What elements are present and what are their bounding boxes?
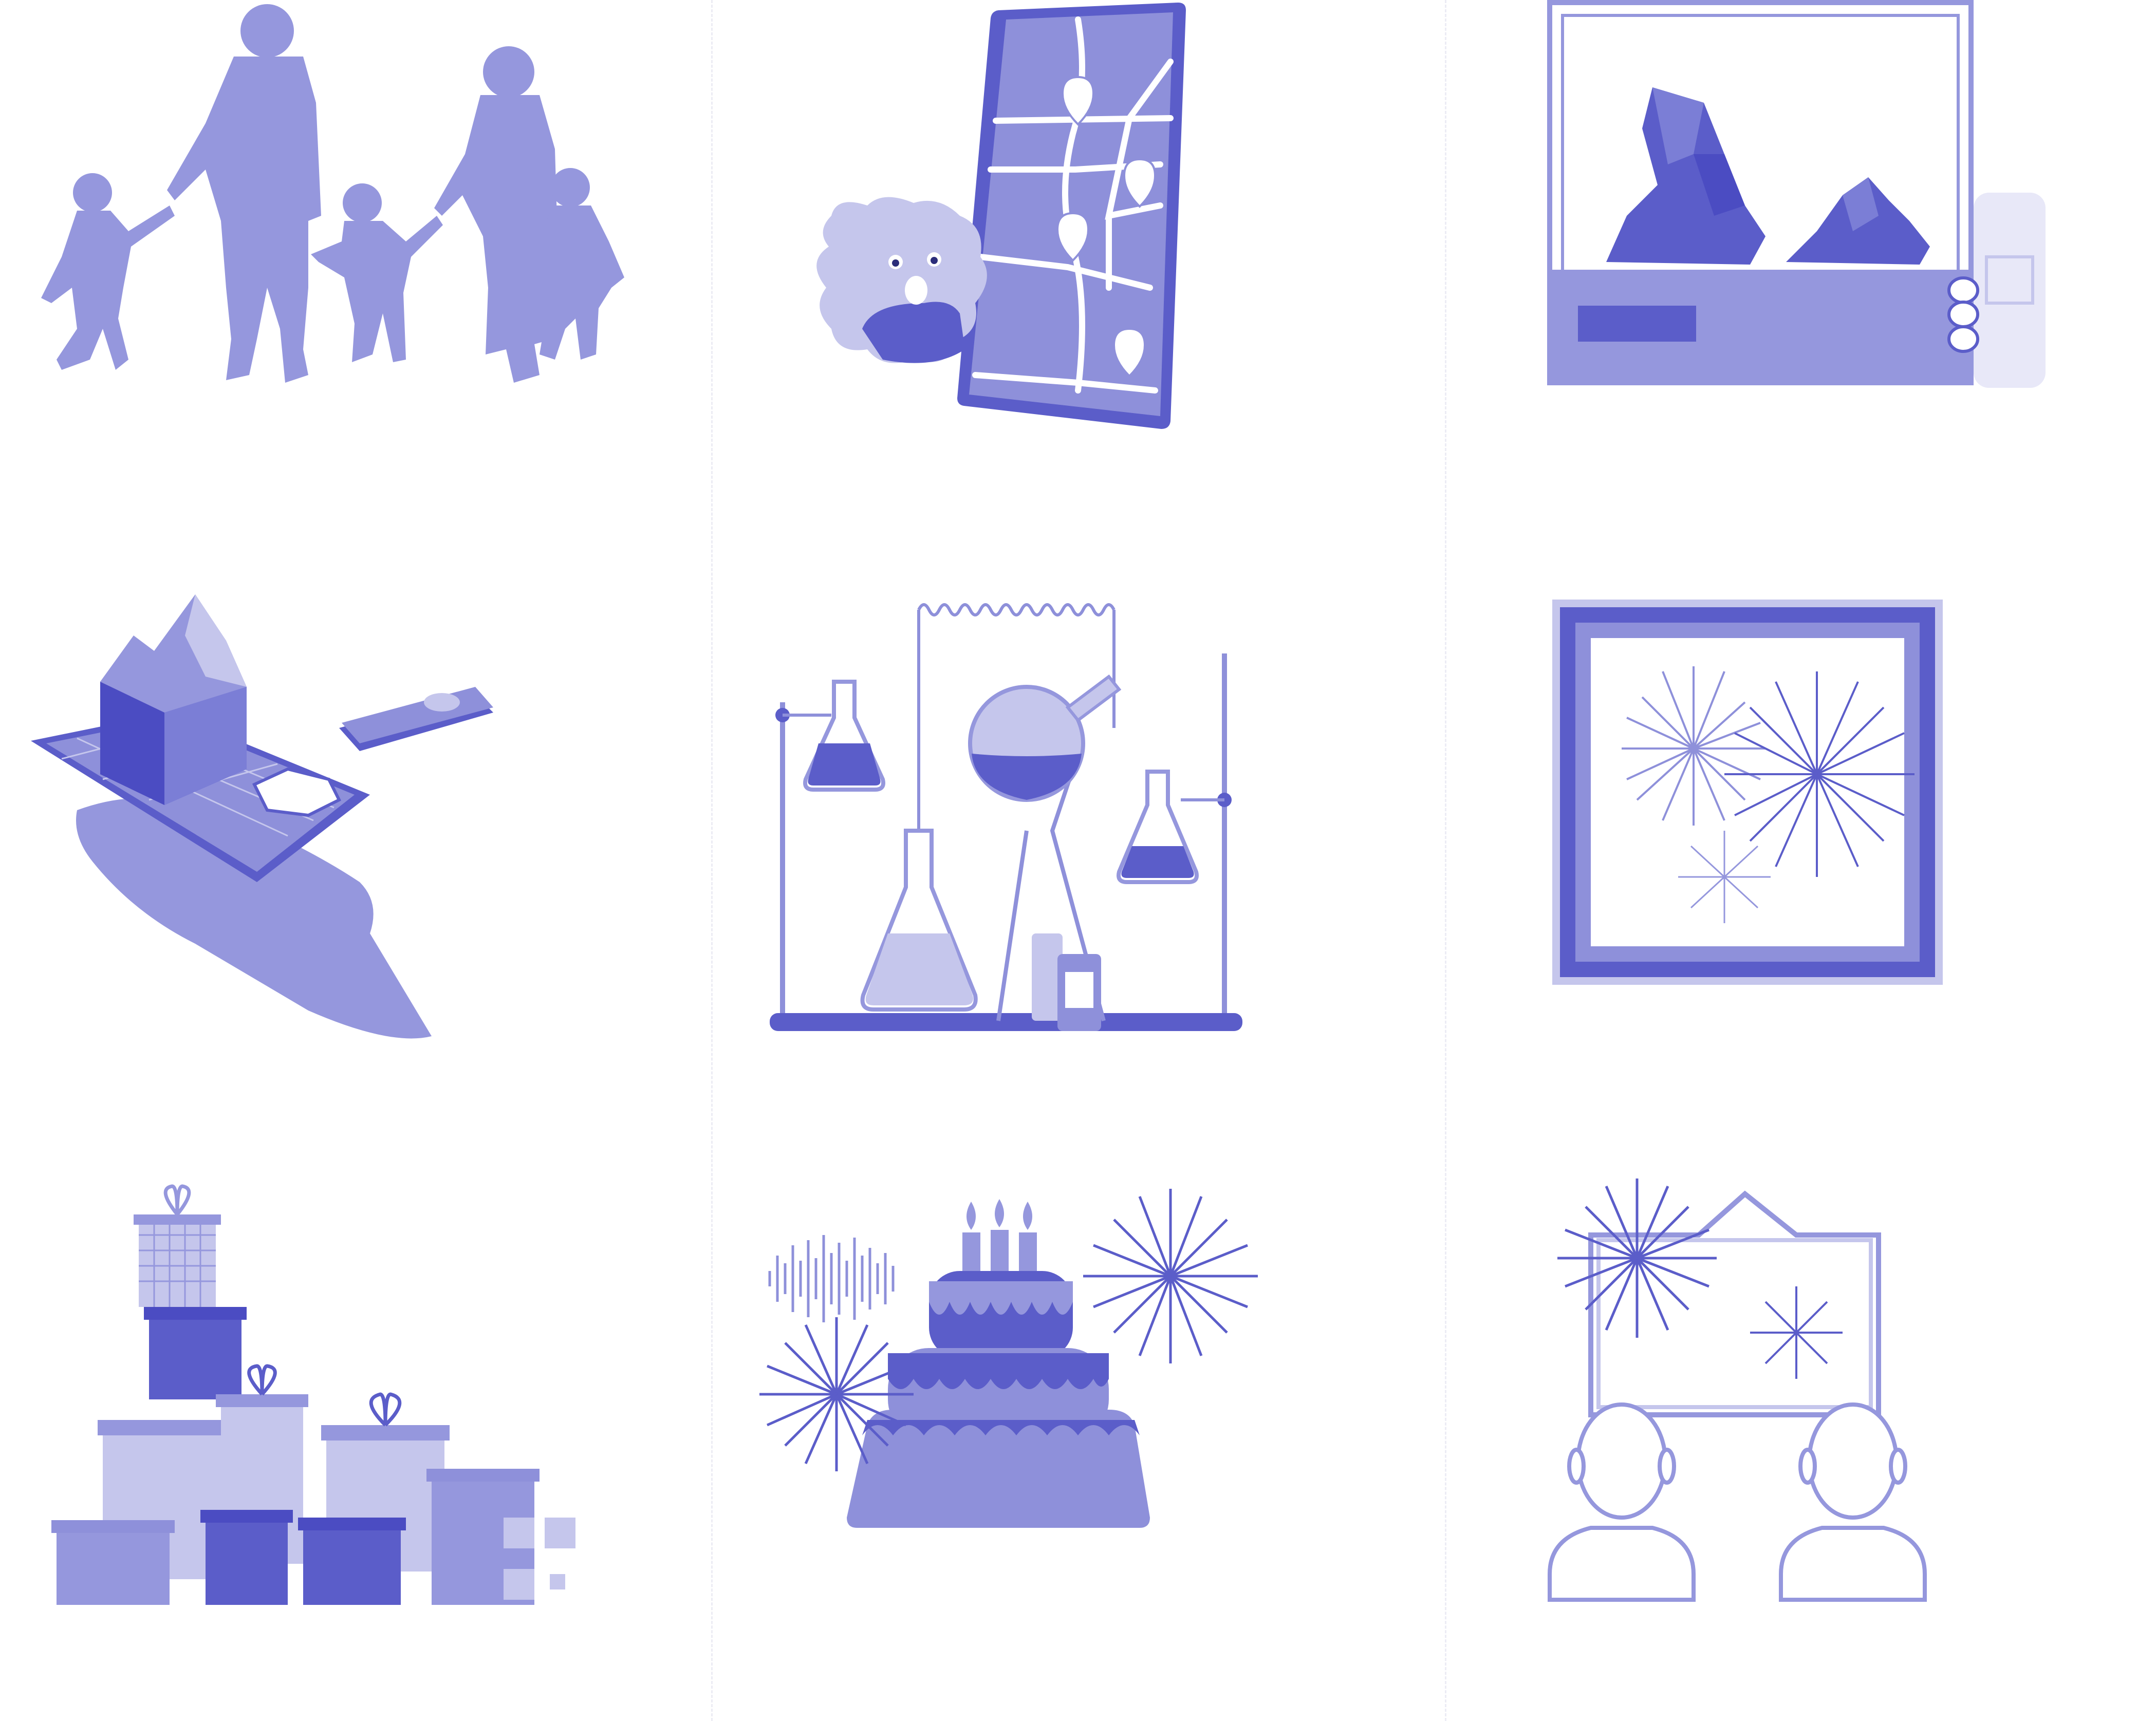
firework-burst-small <box>1750 1286 1843 1379</box>
illustration-family-walking <box>0 0 718 573</box>
illustration-terrain-phone <box>0 574 718 1147</box>
tablet-map-monster-icon <box>816 3 1186 429</box>
framed-fireworks-icon <box>1552 600 1943 985</box>
illustration-watching-fireworks <box>1437 1148 2155 1721</box>
firework-burst-right <box>1083 1189 1258 1363</box>
illustration-birthday-cake <box>718 1148 1437 1721</box>
illustration-rock-display <box>1437 0 2155 573</box>
people-watching-screen-icon <box>1548 1178 1927 1602</box>
gift-boxes-icon <box>51 1184 575 1605</box>
family-silhouette-icon <box>41 4 624 383</box>
illustration-grid <box>0 0 2156 1721</box>
hand-phone-terrain-icon <box>31 594 493 1039</box>
illustration-chemistry-lab <box>718 574 1437 1147</box>
illustration-map-tablet <box>718 0 1437 573</box>
illustration-gift-stack <box>0 1148 718 1721</box>
illustration-framed-fireworks <box>1437 574 2155 1147</box>
lab-flasks-icon <box>770 603 1242 1031</box>
cake-fireworks-icon <box>759 1189 1258 1528</box>
firework-burst-large <box>1557 1178 1717 1338</box>
framed-rock-exhibit-icon <box>1547 0 2046 388</box>
sound-wave <box>768 1235 895 1322</box>
